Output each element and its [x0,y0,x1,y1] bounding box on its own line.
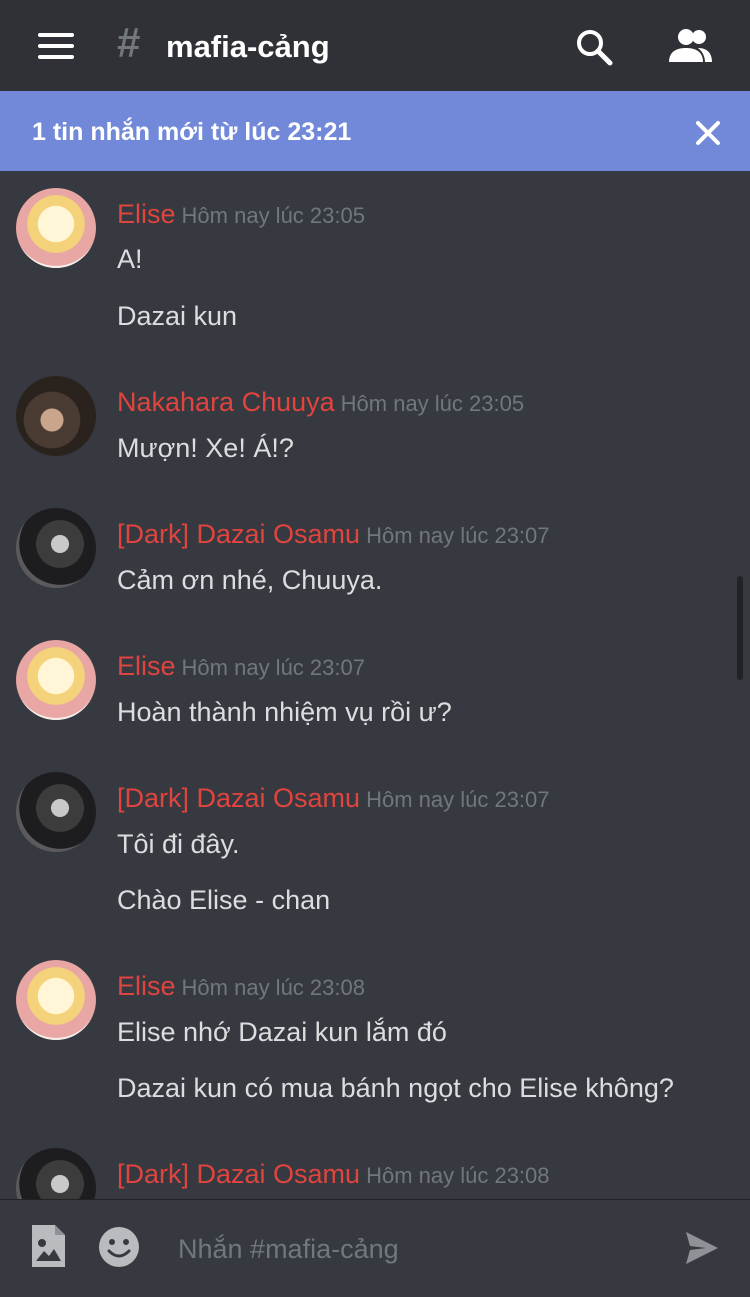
new-messages-text: 1 tin nhắn mới từ lúc 23:21 [32,118,352,146]
message-text: A! [117,244,143,274]
message-timestamp: Hôm nay lúc 23:08 [366,1163,550,1188]
hash-icon: # [117,19,141,66]
message-author[interactable]: Nakahara Chuuya Hôm nay lúc 23:05 [117,386,524,418]
avatar-dazai[interactable] [16,772,96,852]
new-messages-banner[interactable]: 1 tin nhắn mới từ lúc 23:21 [0,91,750,171]
message-text: Cảm ơn nhé, Chuuya. [117,565,383,595]
menu-icon[interactable] [38,33,74,59]
channel-title: mafia-cảng [166,29,330,64]
message-author[interactable]: [Dark] Dazai Osamu Hôm nay lúc 23:08 [117,1158,550,1190]
message-timestamp: Hôm nay lúc 23:07 [366,523,550,548]
message-timestamp: Hôm nay lúc 23:07 [181,655,365,680]
avatar-elise[interactable] [16,960,96,1040]
message-input[interactable] [178,1229,658,1269]
message-text: Dazai kun [117,301,238,331]
close-icon[interactable] [694,119,722,147]
message-list[interactable]: Elise Hôm nay lúc 23:05 A! Dazai kun Naka… [0,171,750,1199]
message-text: Tôi đi đây. [117,829,240,859]
members-icon[interactable] [666,26,714,66]
message-author[interactable]: [Dark] Dazai Osamu Hôm nay lúc 23:07 [117,518,550,550]
avatar-dazai[interactable] [16,1148,96,1199]
search-icon[interactable] [574,27,614,67]
avatar-elise[interactable] [16,640,96,720]
image-icon[interactable] [29,1223,67,1269]
send-icon[interactable] [684,1230,720,1266]
emoji-icon[interactable] [98,1226,140,1268]
message-text: Mượn! Xe! Á!? [117,433,294,463]
message-text: Hoàn thành nhiệm vụ rồi ư? [117,697,452,727]
scrollbar[interactable] [737,576,743,680]
message-author[interactable]: Elise Hôm nay lúc 23:08 [117,970,365,1002]
message-author[interactable]: Elise Hôm nay lúc 23:07 [117,650,365,682]
message-author[interactable]: Elise Hôm nay lúc 23:05 [117,198,365,230]
message-text: Chào Elise - chan [117,885,331,915]
avatar-dazai[interactable] [16,508,96,588]
message-timestamp: Hôm nay lúc 23:07 [366,787,550,812]
message-timestamp: Hôm nay lúc 23:05 [181,203,365,228]
message-author[interactable]: [Dark] Dazai Osamu Hôm nay lúc 23:07 [117,782,550,814]
message-text: Dazai kun có mua bánh ngọt cho Elise khô… [117,1073,674,1103]
channel-header: # mafia-cảng [0,0,750,91]
avatar-chuuya[interactable] [16,376,96,456]
avatar-elise[interactable] [16,188,96,268]
message-timestamp: Hôm nay lúc 23:05 [340,391,525,416]
message-text: Elise nhớ Dazai kun lắm đó [117,1017,447,1047]
message-timestamp: Hôm nay lúc 23:08 [181,975,365,1000]
